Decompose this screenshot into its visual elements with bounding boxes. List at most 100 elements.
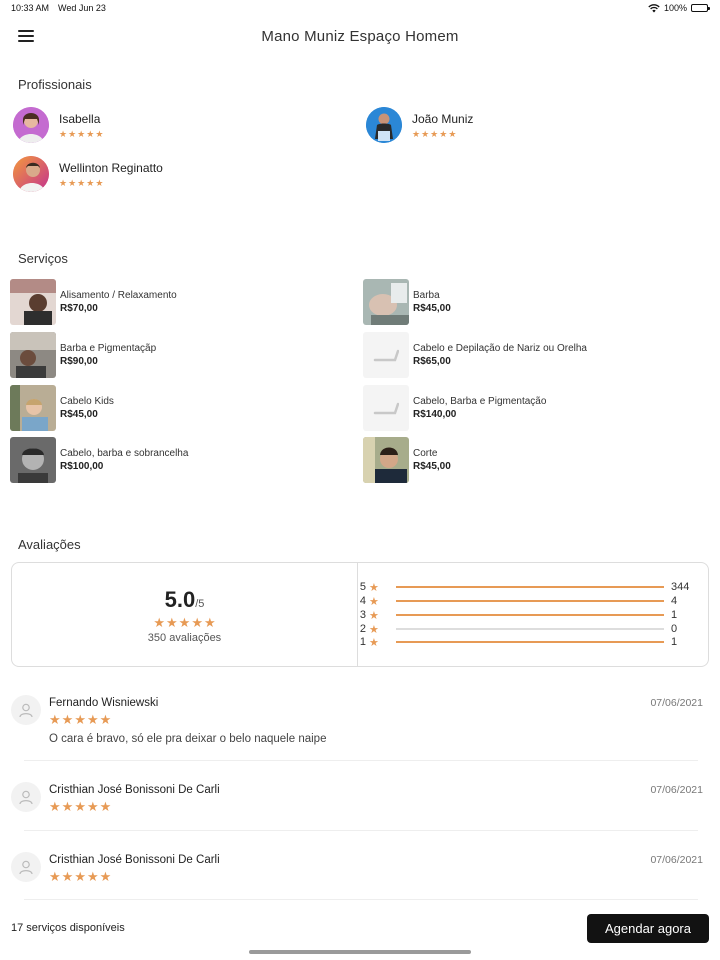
- review-item: Cristhian José Bonissoni De Carli 07/06/…: [11, 852, 709, 888]
- professional-card[interactable]: João Muniz ★ ★ ★ ★ ★: [366, 106, 473, 143]
- service-name: Cabelo, barba e sobrancelha: [60, 448, 189, 459]
- service-thumbnail: [10, 279, 56, 325]
- services-available-count: 17 serviços disponíveis: [11, 922, 125, 934]
- placeholder-image-icon: [373, 402, 399, 415]
- service-thumbnail: [10, 385, 56, 431]
- service-name: Cabelo Kids: [60, 396, 114, 407]
- book-now-button[interactable]: Agendar agora: [587, 914, 709, 943]
- status-time: 10:33 AM: [11, 3, 50, 13]
- service-price: R$45,00: [60, 409, 98, 420]
- rating-row-label: 5: [359, 581, 366, 593]
- service-name: Corte: [413, 448, 438, 459]
- rating-bar: [396, 586, 664, 588]
- professional-name: Isabella: [59, 112, 101, 126]
- rating-distribution-row: 1 ★ 1: [356, 635, 696, 649]
- professional-rating-stars: ★ ★ ★ ★ ★: [412, 129, 457, 139]
- rating-row-label: 4: [359, 595, 366, 607]
- professional-rating-stars: ★ ★ ★ ★ ★: [59, 129, 104, 139]
- professional-avatar: [13, 107, 49, 143]
- service-item[interactable]: Cabelo, Barba e Pigmentação R$140,00: [363, 385, 546, 431]
- rating-row-count: 1: [671, 609, 678, 621]
- section-title-reviews: Avaliações: [18, 537, 81, 552]
- professional-avatar: [13, 156, 49, 192]
- review-date: 07/06/2021: [650, 697, 703, 709]
- rating-row-label: 1: [359, 636, 366, 648]
- service-item[interactable]: Barba R$45,00: [363, 279, 451, 325]
- section-title-professionals: Profissionais: [18, 77, 92, 92]
- service-thumbnail: [363, 437, 409, 483]
- service-item[interactable]: Cabelo, barba e sobrancelha R$100,00: [10, 437, 188, 483]
- rating-bar: [396, 641, 664, 643]
- rating-bar: [396, 614, 664, 616]
- service-name: Barba: [413, 290, 440, 301]
- service-price: R$90,00: [60, 356, 98, 367]
- review-stars: ★ ★ ★ ★ ★: [49, 799, 112, 814]
- battery-icon: [691, 4, 710, 12]
- star-icon: ★: [369, 609, 379, 622]
- professional-avatar: [366, 107, 402, 143]
- rating-row-count: 0: [671, 623, 678, 635]
- rating-row-label: 3: [359, 609, 366, 621]
- home-indicator[interactable]: [249, 950, 471, 954]
- professional-name: Wellinton Reginatto: [59, 161, 163, 175]
- service-name: Barba e Pigmentaçãp: [60, 343, 157, 354]
- rating-row-count: 1: [671, 636, 678, 648]
- review-stars: ★ ★ ★ ★ ★: [49, 869, 112, 884]
- user-avatar-icon: [11, 852, 41, 882]
- service-thumbnail: [10, 437, 56, 483]
- ratings-count: 350 avaliações: [147, 632, 222, 644]
- service-price: R$140,00: [413, 409, 457, 420]
- service-item[interactable]: Alisamento / Relaxamento R$70,00: [10, 279, 177, 325]
- service-name: Cabelo, Barba e Pigmentação: [413, 396, 547, 407]
- placeholder-image-icon: [373, 349, 399, 362]
- rating-distribution-row: 5 ★ 344: [356, 580, 696, 594]
- service-thumbnail: [363, 332, 409, 378]
- service-price: R$100,00: [60, 461, 104, 472]
- review-item: Fernando Wisniewski 07/06/2021 ★ ★ ★ ★ ★ O c…: [11, 695, 709, 745]
- status-bar: 10:33 AM Wed Jun 23 100%: [0, 0, 720, 18]
- professional-name: João Muniz: [412, 112, 474, 126]
- status-right: 100%: [648, 3, 710, 13]
- service-price: R$70,00: [60, 303, 98, 314]
- service-item[interactable]: Corte R$45,00: [363, 437, 451, 483]
- review-author: Fernando Wisniewski: [49, 697, 159, 709]
- rating-row-count: 4: [671, 595, 678, 607]
- review-text: O cara é bravo, só ele pra deixar o belo…: [49, 733, 327, 745]
- rating-distribution-row: 2 ★ 0: [356, 622, 696, 636]
- score-stars: ★ ★ ★ ★ ★: [153, 615, 216, 630]
- page-title: Mano Muniz Espaço Homem: [261, 28, 459, 45]
- section-title-services: Serviços: [18, 251, 68, 266]
- average-score: 5.0/5 ★ ★ ★ ★ ★ 350 avaliações: [12, 587, 357, 644]
- user-avatar-icon: [11, 782, 41, 812]
- star-icon: ★: [369, 581, 379, 594]
- review-stars: ★ ★ ★ ★ ★: [49, 712, 112, 727]
- star-icon: ★: [369, 623, 379, 636]
- rating-bar: [396, 628, 664, 630]
- review-date: 07/06/2021: [650, 784, 703, 796]
- star-icon: ★: [369, 636, 379, 649]
- service-thumbnail: [10, 332, 56, 378]
- professional-card[interactable]: Wellinton Reginatto ★ ★ ★ ★ ★: [13, 155, 163, 192]
- review-date: 07/06/2021: [650, 854, 703, 866]
- service-price: R$45,00: [413, 461, 451, 472]
- service-name: Alisamento / Relaxamento: [60, 290, 177, 301]
- review-divider: [24, 899, 698, 900]
- service-item[interactable]: Cabelo Kids R$45,00: [10, 385, 114, 431]
- professional-rating-stars: ★ ★ ★ ★ ★: [59, 178, 104, 188]
- user-avatar-icon: [11, 695, 41, 725]
- top-bar: Mano Muniz Espaço Homem: [0, 20, 720, 56]
- status-date: Wed Jun 23: [58, 3, 106, 13]
- wifi-icon: [648, 3, 660, 12]
- review-item: Cristhian José Bonissoni De Carli 07/06/…: [11, 782, 709, 818]
- score-value: 5.0: [164, 587, 196, 612]
- rating-bar: [396, 600, 664, 602]
- service-item[interactable]: Barba e Pigmentaçãp R$90,00: [10, 332, 156, 378]
- professional-card[interactable]: Isabella ★ ★ ★ ★ ★: [13, 106, 103, 143]
- rating-row-label: 2: [359, 623, 366, 635]
- rating-distribution-row: 4 ★ 4: [356, 594, 696, 608]
- service-price: R$45,00: [413, 303, 451, 314]
- service-thumbnail: [363, 279, 409, 325]
- service-thumbnail: [363, 385, 409, 431]
- review-author: Cristhian José Bonissoni De Carli: [49, 854, 220, 866]
- service-item[interactable]: Cabelo e Depilação de Nariz ou Orelha R$6…: [363, 332, 587, 378]
